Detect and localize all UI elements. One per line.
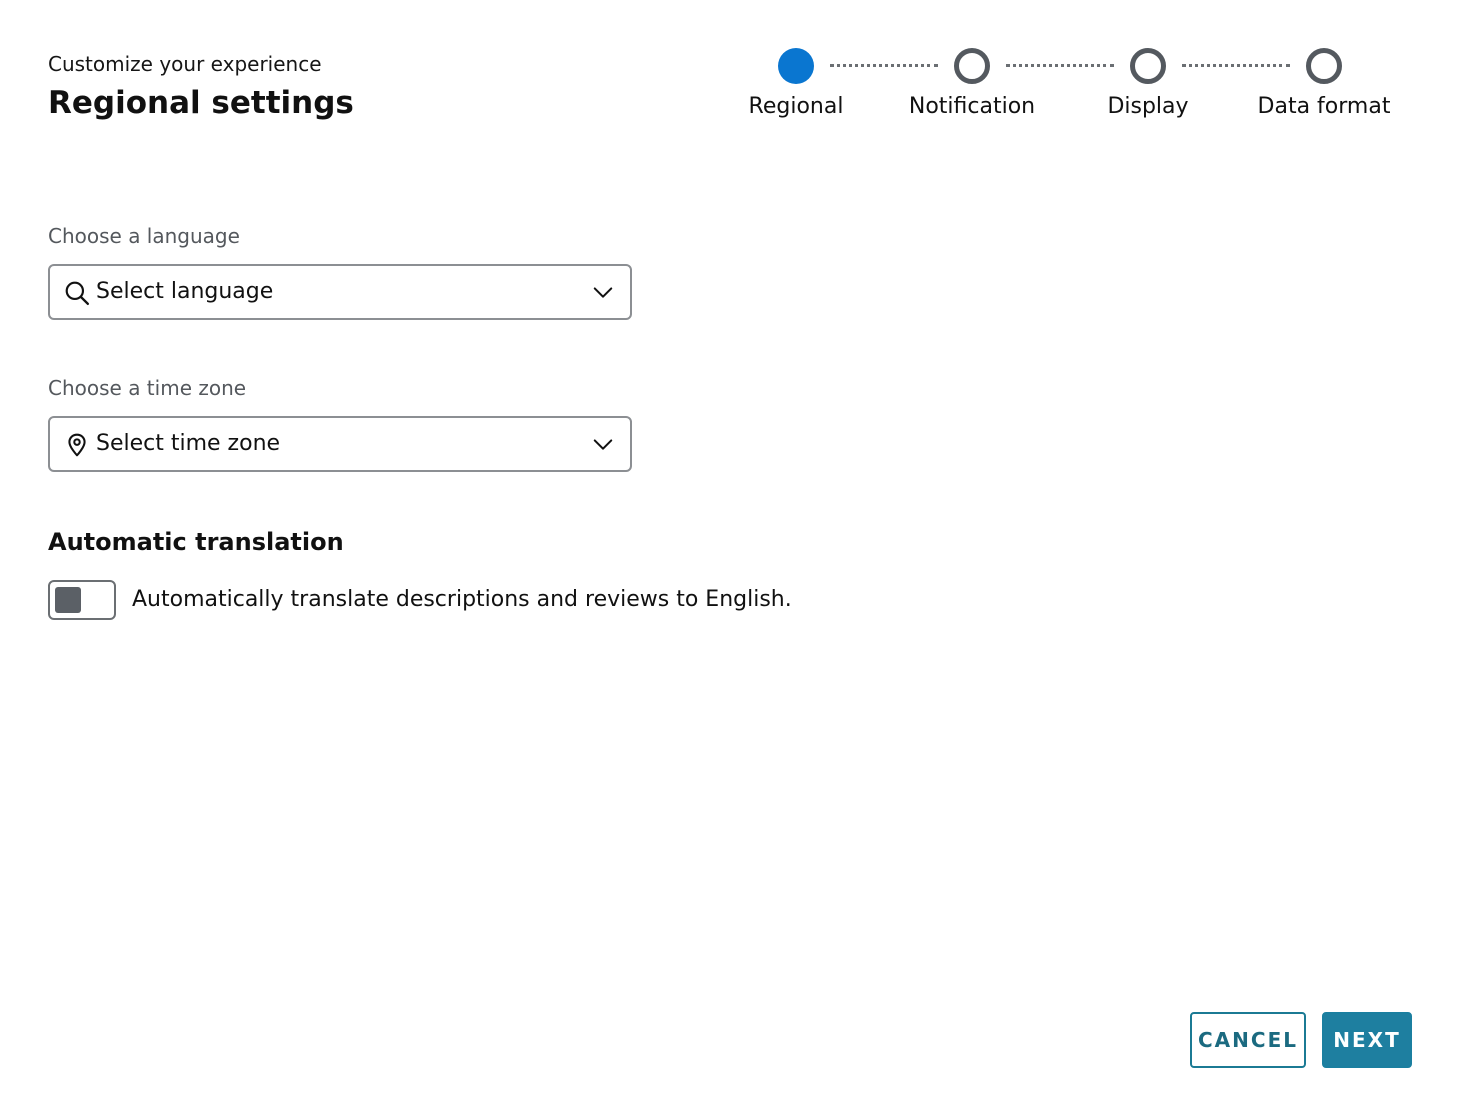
timezone-label: Choose a time zone bbox=[48, 376, 247, 400]
step-label-regional: Regional bbox=[748, 94, 844, 119]
cancel-button[interactable]: CANCEL bbox=[1190, 1012, 1306, 1068]
step-indicator-regional[interactable] bbox=[778, 48, 814, 84]
step-indicator-notification[interactable] bbox=[954, 48, 990, 84]
step-connector bbox=[830, 64, 938, 67]
step-label-notification: Notification bbox=[908, 94, 1036, 119]
language-select[interactable]: Select language bbox=[48, 264, 632, 320]
step-label-data-format: Data format bbox=[1257, 94, 1391, 119]
language-select-placeholder: Select language bbox=[96, 279, 274, 304]
search-icon bbox=[65, 281, 90, 306]
auto-translate-description: Automatically translate descriptions and… bbox=[132, 587, 792, 612]
step-connector bbox=[1006, 64, 1114, 67]
step-label-display: Display bbox=[1107, 94, 1189, 119]
step-indicator-display[interactable] bbox=[1130, 48, 1166, 84]
translation-section-title: Automatic translation bbox=[48, 528, 344, 556]
chevron-down-icon bbox=[593, 287, 613, 298]
language-label: Choose a language bbox=[48, 224, 240, 248]
next-button[interactable]: NEXT bbox=[1322, 1012, 1412, 1068]
progress-stepper: Regional Notification Display Data forma… bbox=[0, 48, 1460, 138]
timezone-select-placeholder: Select time zone bbox=[96, 431, 281, 456]
location-pin-icon bbox=[68, 433, 86, 457]
timezone-select[interactable]: Select time zone bbox=[48, 416, 632, 472]
step-connector bbox=[1182, 64, 1290, 67]
step-indicator-data-format[interactable] bbox=[1306, 48, 1342, 84]
auto-translate-toggle[interactable] bbox=[48, 580, 116, 620]
toggle-knob bbox=[55, 587, 81, 613]
chevron-down-icon bbox=[593, 439, 613, 450]
